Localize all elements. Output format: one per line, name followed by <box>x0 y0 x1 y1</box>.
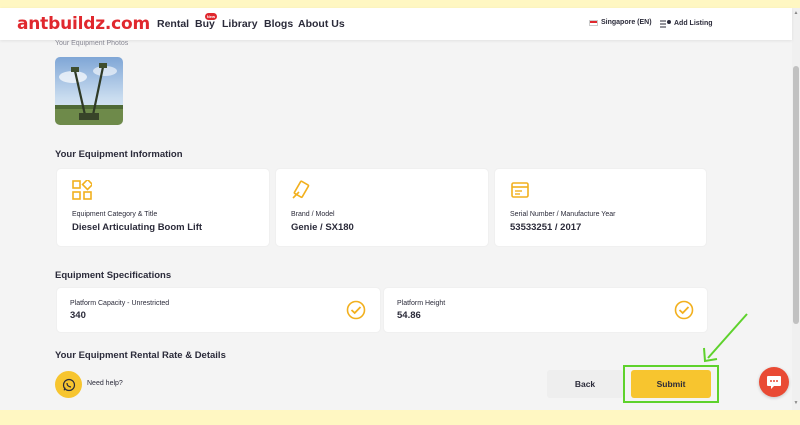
annotation-arrow-icon <box>703 313 748 363</box>
brand-value: Genie / SX180 <box>291 222 354 233</box>
rental-details-title: Your Equipment Rental Rate & Details <box>55 350 226 361</box>
whatsapp-icon <box>62 378 75 391</box>
chat-support-button[interactable] <box>759 367 789 397</box>
platform-capacity-label: Platform Capacity - Unrestricted <box>70 300 170 307</box>
top-navbar: antbuildz.com Rental Buy New Library Blo… <box>0 8 792 40</box>
equipment-photo-thumbnail[interactable] <box>55 57 123 125</box>
brand-label: Brand / Model <box>291 211 335 218</box>
specifications-title: Equipment Specifications <box>55 270 172 281</box>
platform-height-value: 54.86 <box>397 310 421 321</box>
info-card-category: Equipment Category & Title Diesel Articu… <box>57 169 269 246</box>
check-circle-icon <box>674 300 694 320</box>
site-logo[interactable]: antbuildz.com <box>17 14 150 34</box>
scroll-up-icon[interactable]: ▲ <box>793 10 799 16</box>
boom-lift-photo <box>55 57 123 125</box>
category-grid-icon <box>72 180 92 200</box>
brand-tag-icon <box>292 180 310 199</box>
region-selector[interactable]: Singapore (EN) <box>589 19 652 26</box>
page-scrollbar[interactable]: ▲ ▼ <box>792 8 800 410</box>
platform-height-label: Platform Height <box>397 300 446 307</box>
spec-card-platform-height: Platform Height 54.86 <box>384 288 707 332</box>
chat-bubble-icon <box>767 375 781 389</box>
info-card-serial: Serial Number / Manufacture Year 5353325… <box>495 169 706 246</box>
scroll-down-icon[interactable]: ▼ <box>793 400 799 406</box>
nav-blogs[interactable]: Blogs <box>264 18 293 30</box>
serial-value: 53533251 / 2017 <box>510 222 582 233</box>
nav-library[interactable]: Library <box>222 18 258 30</box>
add-list-icon <box>660 20 671 28</box>
scroll-thumb[interactable] <box>793 66 799 324</box>
submit-button[interactable]: Submit <box>631 370 711 398</box>
photos-label: Your Equipment Photos <box>55 40 129 47</box>
whatsapp-help-button[interactable] <box>55 371 82 398</box>
bottom-banner-strip <box>0 410 800 425</box>
category-label: Equipment Category & Title <box>72 211 158 218</box>
back-button[interactable]: Back <box>547 370 623 398</box>
new-badge: New <box>205 13 217 20</box>
add-listing-button[interactable]: Add Listing <box>660 19 713 28</box>
top-banner-strip <box>0 0 800 8</box>
serial-label: Serial Number / Manufacture Year <box>510 211 616 218</box>
nav-about-us[interactable]: About Us <box>298 18 345 30</box>
add-listing-label: Add Listing <box>674 20 713 27</box>
info-card-brand: Brand / Model Genie / SX180 <box>276 169 488 246</box>
category-value: Diesel Articulating Boom Lift <box>72 222 203 233</box>
need-help-text[interactable]: Need help? <box>87 380 123 387</box>
region-label: Singapore (EN) <box>601 19 652 26</box>
nav-rental[interactable]: Rental <box>157 18 189 30</box>
equipment-info-title: Your Equipment Information <box>55 149 183 160</box>
platform-capacity-value: 340 <box>70 310 86 321</box>
spec-card-platform-capacity: Platform Capacity - Unrestricted 340 <box>57 288 380 332</box>
singapore-flag-icon <box>589 19 598 26</box>
serial-id-icon <box>511 182 529 198</box>
check-circle-icon <box>346 300 366 320</box>
